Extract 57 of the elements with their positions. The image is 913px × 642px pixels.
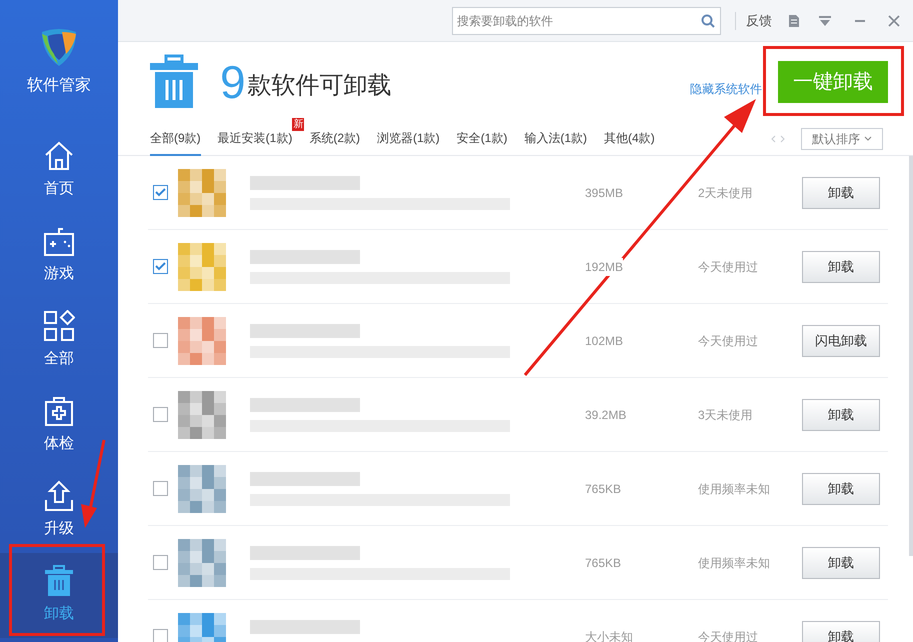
trash-icon xyxy=(44,565,74,598)
checkbox[interactable] xyxy=(153,333,168,348)
hide-system-software-link[interactable]: 隐藏系统软件 xyxy=(690,80,762,98)
uninstall-button[interactable]: 卸载 xyxy=(802,176,880,208)
scroll-arrows-icon[interactable] xyxy=(771,134,785,142)
menu-icon[interactable] xyxy=(818,14,832,26)
grid-icon xyxy=(43,310,75,342)
document-icon[interactable] xyxy=(788,14,800,28)
trash-bin-icon xyxy=(148,54,200,110)
filter-tab[interactable]: 其他(4款) xyxy=(604,122,655,156)
sidebar-item[interactable]: 体检 xyxy=(0,383,118,468)
usage-status: 使用频率未知 xyxy=(698,480,770,498)
filter-tab[interactable]: 系统(2款) xyxy=(309,122,360,156)
sort-dropdown[interactable]: 默认排序 xyxy=(801,128,883,150)
medical-kit-icon xyxy=(43,395,75,428)
filter-tab[interactable]: 安全(1款) xyxy=(456,122,508,156)
sidebar-item[interactable]: 游戏 xyxy=(0,213,118,298)
sidebar-item[interactable]: 全部 xyxy=(0,298,118,383)
checkbox[interactable] xyxy=(153,555,168,570)
checkbox[interactable] xyxy=(153,259,168,274)
upload-icon xyxy=(43,480,75,512)
checkbox[interactable] xyxy=(153,481,168,496)
filter-tab[interactable]: 全部(9款) xyxy=(150,122,201,156)
check-icon xyxy=(155,188,166,197)
sidebar-item[interactable]: 升级 xyxy=(0,468,118,553)
chevron-down-icon xyxy=(864,136,872,141)
uninstall-button[interactable]: 卸载 xyxy=(802,472,880,504)
app-name: 软件管家 xyxy=(27,76,91,96)
uninstall-button[interactable]: 卸载 xyxy=(802,398,880,430)
usage-status: 使用频率未知 xyxy=(698,554,770,572)
search-field[interactable]: 搜索要卸载的软件 xyxy=(452,6,721,34)
uninstall-button[interactable]: 卸载 xyxy=(802,250,880,282)
pixelated-app-icon xyxy=(178,168,226,216)
new-badge: 新 xyxy=(292,118,304,130)
home-icon xyxy=(43,140,75,172)
uninstall-button[interactable]: 闪电卸载 xyxy=(802,324,880,356)
search-icon[interactable] xyxy=(701,14,715,28)
checkbox[interactable] xyxy=(153,407,168,422)
checkbox[interactable] xyxy=(153,629,168,642)
pixelated-app-icon xyxy=(178,390,226,438)
app-count: 9 xyxy=(220,59,246,105)
gamepad-icon xyxy=(42,225,76,258)
header-title: 款软件可卸载 xyxy=(248,71,392,101)
close-icon[interactable] xyxy=(888,14,900,26)
app-size: 192MB xyxy=(585,258,624,276)
pixelated-app-icon xyxy=(178,316,226,364)
pixelated-app-icon xyxy=(178,464,226,512)
feedback-link[interactable]: 反馈 xyxy=(746,10,772,30)
check-icon xyxy=(155,262,166,271)
checkbox[interactable] xyxy=(153,185,168,200)
pixelated-app-icon xyxy=(178,242,226,290)
filter-tab[interactable]: 浏览器(1款) xyxy=(377,122,440,156)
filter-tab[interactable]: 最近安装(1款) xyxy=(218,122,292,156)
filter-tab[interactable]: 输入法(1款) xyxy=(524,122,588,156)
sidebar-item[interactable]: 首页 xyxy=(0,128,118,213)
uninstall-button[interactable]: 卸载 xyxy=(802,546,880,578)
pixelated-app-icon xyxy=(178,538,226,586)
